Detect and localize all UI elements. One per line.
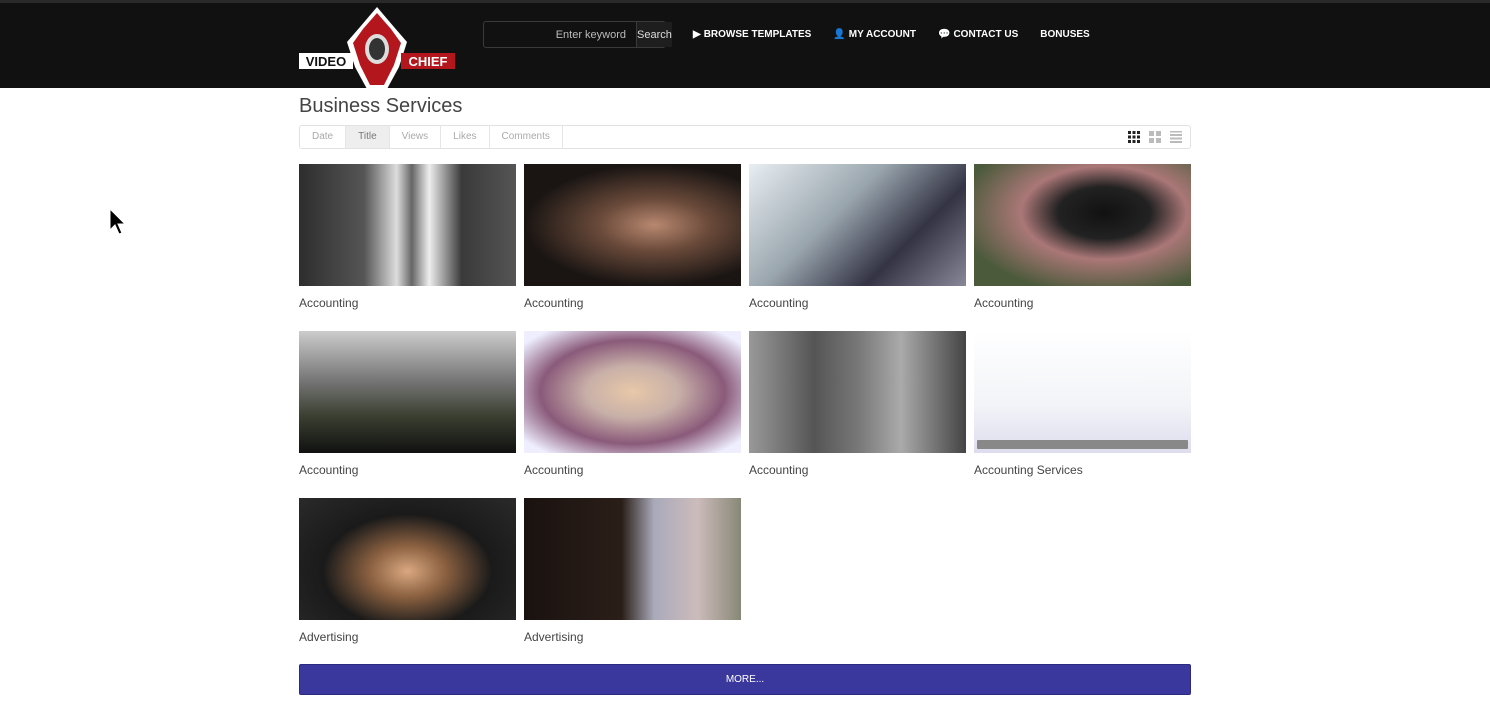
grid-large-icon[interactable] xyxy=(1149,131,1161,143)
video-title-link[interactable]: Accounting xyxy=(524,463,741,477)
nav-browse-templates[interactable]: ▶ BROWSE TEMPLATES xyxy=(693,29,811,40)
main-nav: ▶ BROWSE TEMPLATES 👤 MY ACCOUNT 💬 CONTACT U… xyxy=(693,29,1090,40)
svg-text:CHIEF: CHIEF xyxy=(409,54,448,69)
svg-text:VIDEO: VIDEO xyxy=(306,54,346,69)
sort-tab-views[interactable]: Views xyxy=(390,126,442,148)
video-thumbnail[interactable] xyxy=(299,498,516,620)
video-thumbnail[interactable] xyxy=(524,331,741,453)
nav-label: BONUSES xyxy=(1040,29,1090,40)
search-button[interactable]: Search xyxy=(636,22,672,47)
nav-my-account[interactable]: 👤 MY ACCOUNT xyxy=(833,29,916,40)
comments-icon: 💬 xyxy=(937,29,951,40)
search-input[interactable] xyxy=(484,22,636,47)
video-card[interactable]: Accounting Services xyxy=(974,331,1191,477)
video-title-link[interactable]: Accounting xyxy=(749,463,966,477)
video-player-controls xyxy=(977,440,1188,449)
grid-small-icon[interactable] xyxy=(1128,131,1140,143)
video-thumbnail[interactable] xyxy=(749,331,966,453)
video-thumbnail[interactable] xyxy=(524,164,741,286)
video-title-link[interactable]: Advertising xyxy=(299,630,516,644)
search-form: Search xyxy=(483,21,672,48)
video-card[interactable]: Accounting xyxy=(749,331,966,477)
sort-tab-comments[interactable]: Comments xyxy=(490,126,563,148)
video-title-link[interactable]: Accounting xyxy=(749,296,966,310)
sort-tab-title[interactable]: Title xyxy=(346,126,390,148)
nav-label: MY ACCOUNT xyxy=(848,29,916,40)
video-card[interactable]: Accounting xyxy=(524,164,741,310)
sort-tab-likes[interactable]: Likes xyxy=(441,126,490,148)
video-title-link[interactable]: Accounting xyxy=(524,296,741,310)
more-button[interactable]: MORE... xyxy=(299,664,1191,695)
video-thumbnail[interactable] xyxy=(974,331,1191,453)
video-card[interactable]: Accounting xyxy=(299,331,516,477)
video-title-link[interactable]: Accounting xyxy=(974,296,1191,310)
video-title-link[interactable]: Accounting xyxy=(299,296,516,310)
video-card[interactable]: Accounting xyxy=(299,164,516,310)
sort-bar: Date Title Views Likes Comments xyxy=(299,125,1191,149)
video-thumbnail[interactable] xyxy=(749,164,966,286)
nav-contact-us[interactable]: 💬 CONTACT US xyxy=(938,29,1018,40)
video-thumbnail[interactable] xyxy=(974,164,1191,286)
video-chief-logo[interactable]: VIDEO CHIEF xyxy=(299,7,455,89)
nav-bonuses[interactable]: BONUSES xyxy=(1040,29,1089,40)
video-card[interactable]: Advertising xyxy=(524,498,741,644)
play-circle-icon: ▶ xyxy=(693,29,701,40)
video-title-link[interactable]: Advertising xyxy=(524,630,741,644)
video-thumbnail[interactable] xyxy=(299,331,516,453)
top-navbar: VIDEO CHIEF Search ▶BROWSE TEMPLATES 👤MY… xyxy=(0,0,1490,89)
video-title-link[interactable]: Accounting xyxy=(299,463,516,477)
user-icon: 👤 xyxy=(833,29,846,40)
video-card[interactable]: Accounting xyxy=(524,331,741,477)
video-card[interactable]: Accounting xyxy=(749,164,966,310)
video-thumbnail[interactable] xyxy=(524,498,741,620)
video-card[interactable]: Advertising xyxy=(299,498,516,644)
mouse-cursor-icon xyxy=(109,208,127,235)
page-title: Business Services xyxy=(299,95,463,117)
video-card[interactable]: Accounting xyxy=(974,164,1191,310)
nav-label: BROWSE TEMPLATES xyxy=(703,29,812,40)
nav-label: CONTACT US xyxy=(953,29,1019,40)
view-mode-switcher xyxy=(1128,131,1182,143)
list-icon[interactable] xyxy=(1170,131,1182,143)
video-title-link[interactable]: Accounting Services xyxy=(974,463,1191,477)
sort-tab-date[interactable]: Date xyxy=(300,126,347,148)
video-thumbnail[interactable] xyxy=(299,164,516,286)
